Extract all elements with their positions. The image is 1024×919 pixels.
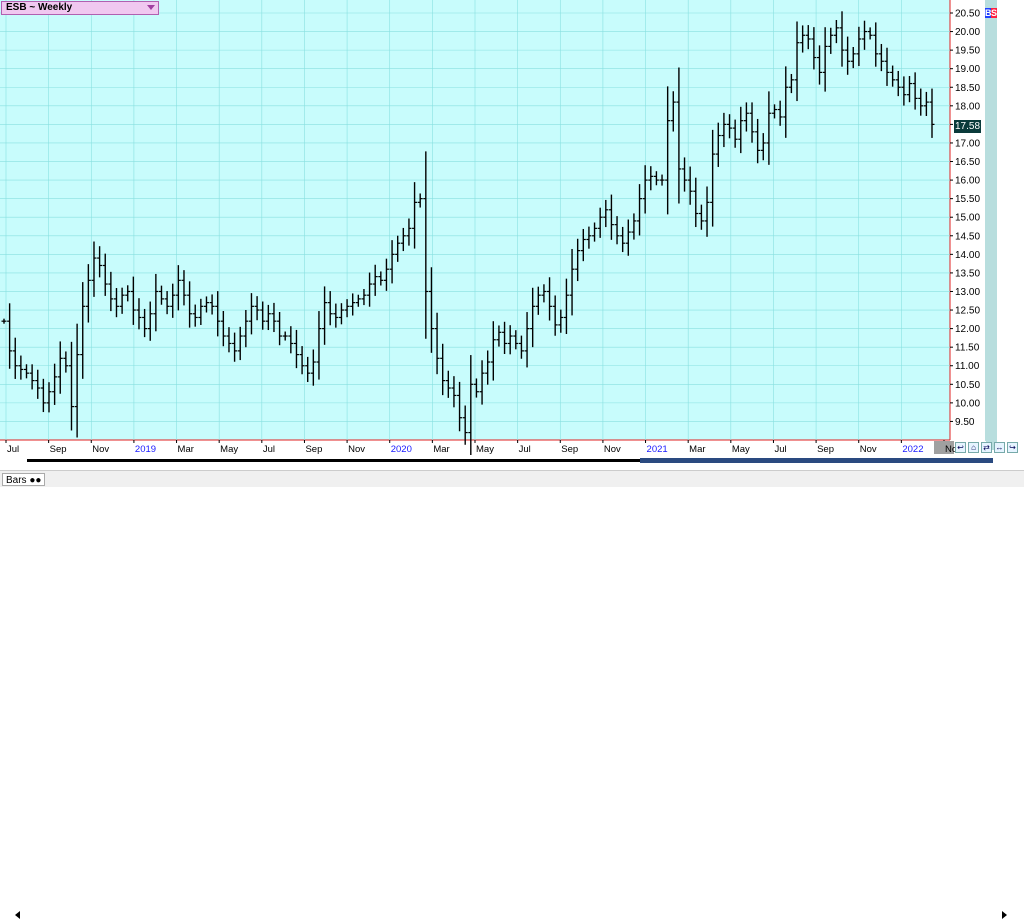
x-tick-label: Sep xyxy=(50,444,67,455)
nav-zoom-in-icon[interactable]: ⇄ xyxy=(981,442,992,453)
last-price-label: 17.58 xyxy=(954,120,981,133)
y-tick-label: 10.50 xyxy=(955,380,980,391)
y-tick-label: 13.50 xyxy=(955,268,980,279)
y-tick-label: 12.50 xyxy=(955,306,980,317)
nav-forward-icon[interactable]: ↪ xyxy=(1007,442,1018,453)
x-tick-label: 2020 xyxy=(391,444,412,455)
y-tick-label: 16.50 xyxy=(955,157,980,168)
right-margin xyxy=(985,0,997,450)
nav-home-icon[interactable]: ⌂ xyxy=(968,442,979,453)
y-tick-label: 14.50 xyxy=(955,231,980,242)
y-tick-label: 10.00 xyxy=(955,398,980,409)
x-tick-label: Nov xyxy=(604,444,621,455)
y-tick-label: 13.00 xyxy=(955,287,980,298)
price-chart[interactable]: 20.5020.0019.5019.0018.5018.0017.5017.00… xyxy=(0,0,1024,470)
x-tick-label: Mar xyxy=(178,444,194,455)
x-tick-label: Sep xyxy=(817,444,834,455)
scroll-thumb[interactable] xyxy=(640,458,993,463)
x-tick-label: Jul xyxy=(263,444,275,455)
scroll-right-icon[interactable] xyxy=(1000,911,1008,919)
bars-tab-label: Bars xyxy=(6,475,27,486)
x-tick-label: Nov xyxy=(860,444,877,455)
sell-badge[interactable]: S xyxy=(991,8,997,18)
y-tick-label: 12.00 xyxy=(955,324,980,335)
x-tick-label: May xyxy=(732,444,750,455)
nav-zoom-out-icon[interactable]: ↔ xyxy=(994,442,1005,453)
nav-back-icon[interactable]: ↩ xyxy=(955,442,966,453)
symbol-title[interactable]: ESB ~ Weekly xyxy=(1,1,159,15)
y-tick-label: 9.50 xyxy=(955,417,975,428)
x-tick-label: Nov xyxy=(92,444,109,455)
y-tick-label: 20.50 xyxy=(955,8,980,19)
y-tick-label: 11.00 xyxy=(955,361,980,372)
x-tick-label: Sep xyxy=(305,444,322,455)
x-tick-label: Nov xyxy=(348,444,365,455)
y-tick-label: 19.00 xyxy=(955,64,980,75)
x-tick-label: Jul xyxy=(7,444,19,455)
bars-tab[interactable]: Bars ●● xyxy=(2,473,46,486)
chart-frame: 20.5020.0019.5019.0018.5018.0017.5017.00… xyxy=(0,0,1024,919)
x-tick-label: Mar xyxy=(689,444,705,455)
dropdown-arrow-icon[interactable] xyxy=(147,5,155,10)
y-tick-label: 17.00 xyxy=(955,138,980,149)
x-tick-label: Jul xyxy=(774,444,786,455)
y-tick-label: 16.00 xyxy=(955,176,980,187)
y-tick-label: 18.00 xyxy=(955,101,980,112)
y-tick-label: 19.50 xyxy=(955,46,980,57)
x-tick-label: May xyxy=(476,444,494,455)
y-tick-label: 11.50 xyxy=(955,343,980,354)
x-tick-label: 2022 xyxy=(902,444,923,455)
x-tick-label: Jul xyxy=(519,444,531,455)
x-tick-label: 2019 xyxy=(135,444,156,455)
x-tick-label: Mar xyxy=(433,444,449,455)
scroll-left-icon[interactable] xyxy=(14,911,22,919)
y-tick-label: 15.50 xyxy=(955,194,980,205)
y-tick-label: 15.00 xyxy=(955,213,980,224)
y-tick-label: 18.50 xyxy=(955,83,980,94)
x-tick-label: May xyxy=(220,444,238,455)
y-tick-label: 14.00 xyxy=(955,250,980,261)
buy-sell-badge[interactable]: BS xyxy=(985,8,997,18)
y-tick-label: 20.00 xyxy=(955,27,980,38)
link-icon: ●● xyxy=(29,475,42,486)
symbol-title-label: ESB ~ Weekly xyxy=(6,2,73,13)
x-tick-label: Sep xyxy=(561,444,578,455)
status-bar: Bars ●● xyxy=(0,470,1024,487)
x-tick-label: 2021 xyxy=(647,444,668,455)
